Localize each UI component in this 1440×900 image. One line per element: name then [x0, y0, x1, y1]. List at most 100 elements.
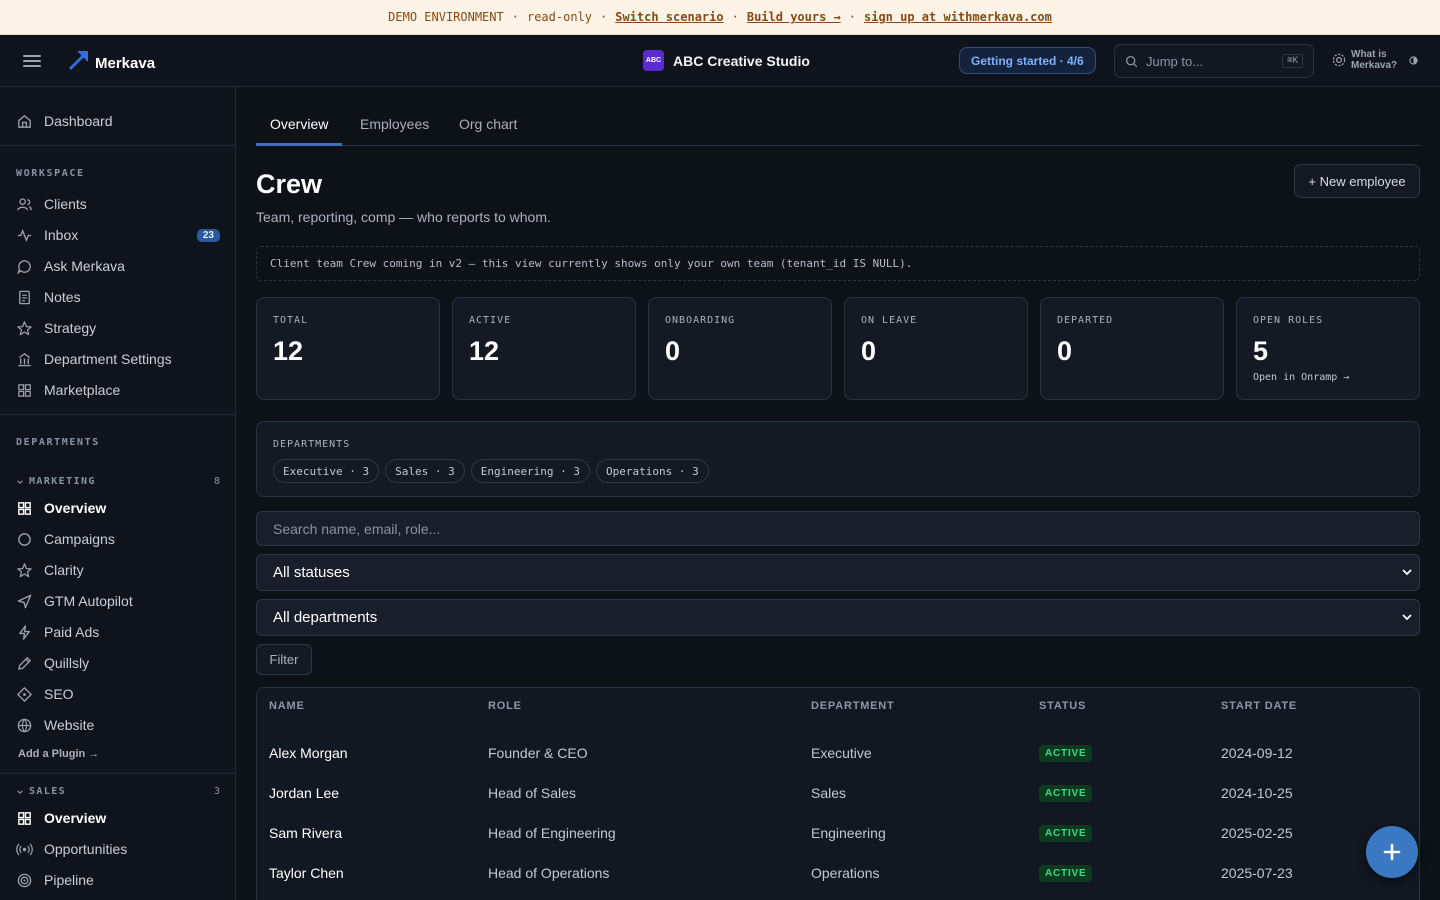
signup-link[interactable]: sign up at withmerkava.com	[864, 10, 1052, 24]
table-row[interactable]: Jordan Lee Head of Sales Sales ACTIVE 20…	[257, 773, 1419, 813]
switch-scenario-link[interactable]: Switch scenario	[615, 10, 723, 24]
sidebar-item-notes[interactable]: Notes	[16, 285, 220, 309]
sidebar-item-sales-overview[interactable]: Overview	[16, 806, 220, 830]
workspace-heading: WORKSPACE	[16, 168, 85, 179]
sidebar-item-label: Strategy	[44, 320, 97, 336]
sidebar-item-opportunities[interactable]: Opportunities	[16, 837, 220, 861]
stat-label: ON LEAVE	[861, 315, 918, 326]
sidebar-item-dashboard[interactable]: Dashboard	[16, 109, 220, 133]
departments-card: DEPARTMENTS Executive · 3 Sales · 3 Engi…	[256, 421, 1420, 497]
status-badge: ACTIVE	[1039, 745, 1093, 762]
open-in-onramp-link[interactable]: Open in Onramp →	[1253, 372, 1349, 383]
table-row[interactable]: Sam Rivera Head of Engineering Engineeri…	[257, 813, 1419, 853]
sidebar-item-marketing-overview[interactable]: Overview	[16, 496, 220, 520]
department-chip[interactable]: Engineering · 3	[470, 459, 591, 483]
stat-card-onboarding: ONBOARDING 0	[648, 297, 832, 400]
plus-icon	[1383, 843, 1401, 861]
getting-started-badge[interactable]: Getting started · 4/6	[959, 47, 1096, 74]
marketing-section-toggle[interactable]: MARKETING 8	[16, 476, 220, 487]
sidebar-item-label: Quillsly	[44, 655, 90, 671]
sidebar-item-label: Department Settings	[44, 351, 172, 367]
sidebar-item-quillsly[interactable]: Quillsly	[16, 651, 220, 675]
sidebar-item-paid-ads[interactable]: Paid Ads	[16, 620, 220, 644]
divider	[0, 145, 235, 146]
chat-icon	[17, 259, 31, 274]
org-name: ABC Creative Studio	[673, 52, 810, 69]
department-chip[interactable]: Sales · 3	[385, 459, 465, 483]
sidebar-item-gtm-autopilot[interactable]: GTM Autopilot	[16, 589, 220, 613]
globe-icon	[17, 718, 32, 733]
column-header-role[interactable]: ROLE	[488, 700, 522, 712]
target-icon	[17, 873, 32, 887]
column-header-department[interactable]: DEPARTMENT	[811, 700, 895, 712]
sales-section-toggle[interactable]: SALES 3	[16, 786, 220, 797]
circle-icon	[18, 532, 31, 546]
build-yours-link[interactable]: Build yours →	[747, 10, 841, 24]
tab-employees[interactable]: Employees	[360, 116, 429, 132]
sidebar-item-inbox[interactable]: Inbox 23	[16, 223, 220, 247]
users-icon	[17, 197, 32, 210]
sidebar-item-label: Ask Merkava	[44, 258, 125, 274]
tab-overview[interactable]: Overview	[270, 116, 328, 132]
separator: ·	[731, 10, 739, 24]
home-icon	[18, 114, 31, 128]
contrast-icon[interactable]	[1409, 55, 1418, 65]
sidebar-item-ask-merkava[interactable]: Ask Merkava	[16, 254, 220, 278]
marketing-label: MARKETING	[29, 476, 96, 487]
tab-org-chart[interactable]: Org chart	[459, 116, 517, 132]
brand-logo[interactable]: Merkava	[67, 47, 155, 72]
chevron-down-icon	[1402, 614, 1412, 621]
sidebar: Dashboard WORKSPACE Clients Inbox 23 Ask…	[0, 87, 236, 900]
sidebar-item-seo[interactable]: SEO	[16, 682, 220, 706]
status-select[interactable]: All statuses	[256, 554, 1420, 591]
stat-card-open-roles: OPEN ROLES 5 Open in Onramp →	[1236, 297, 1420, 400]
jump-to-search[interactable]: Jump to... ⌘K	[1114, 44, 1314, 78]
sidebar-item-campaigns[interactable]: Campaigns	[16, 527, 220, 551]
quick-add-button[interactable]	[1366, 826, 1418, 878]
chevron-down-icon	[1402, 569, 1412, 576]
sidebar-item-label: Pipeline	[44, 872, 94, 888]
sidebar-item-marketplace[interactable]: Marketplace	[16, 378, 220, 402]
menu-icon[interactable]	[23, 52, 41, 68]
stat-label: ONBOARDING	[665, 315, 736, 326]
sidebar-item-label: Notes	[44, 289, 81, 305]
inbox-count-badge: 23	[196, 228, 220, 242]
new-employee-button[interactable]: + New employee	[1294, 164, 1420, 198]
table-row[interactable]: Alex Morgan Founder & CEO Executive ACTI…	[257, 733, 1419, 773]
table-row[interactable]: Taylor Chen Head of Operations Operation…	[257, 853, 1419, 893]
column-header-status[interactable]: STATUS	[1039, 700, 1086, 712]
department-select[interactable]: All departments	[256, 599, 1420, 636]
jump-placeholder: Jump to...	[1146, 53, 1204, 69]
gear-icon	[1332, 53, 1346, 67]
demo-banner: DEMO ENVIRONMENT · read-only · Switch sc…	[0, 0, 1440, 35]
department-chip[interactable]: Operations · 3	[596, 459, 709, 483]
sidebar-item-department-settings[interactable]: Department Settings	[16, 347, 220, 371]
sales-count: 3	[213, 786, 220, 797]
org-switcher[interactable]: ABC ABC Creative Studio	[643, 50, 810, 71]
separator: ·	[600, 10, 608, 24]
sidebar-item-clarity[interactable]: Clarity	[16, 558, 220, 582]
stat-value: 0	[665, 336, 681, 366]
employee-start-date: 2024-10-25	[1221, 785, 1293, 801]
sidebar-item-strategy[interactable]: Strategy	[16, 316, 220, 340]
department-chip[interactable]: Executive · 3	[273, 459, 380, 483]
add-plugin-link[interactable]: Add a Plugin →	[18, 748, 99, 760]
banner-env: DEMO ENVIRONMENT	[388, 10, 504, 24]
column-header-name[interactable]: NAME	[269, 700, 305, 712]
sidebar-item-pipeline[interactable]: Pipeline	[16, 868, 220, 892]
stat-value: 0	[1057, 336, 1073, 366]
bolt-icon	[19, 624, 30, 640]
employee-start-date: 2025-02-25	[1221, 825, 1293, 841]
sidebar-item-website[interactable]: Website	[16, 713, 220, 737]
brand-name: Merkava	[95, 55, 156, 72]
sidebar-item-label: Overview	[44, 810, 107, 826]
star-icon	[17, 320, 32, 335]
filter-button[interactable]: Filter	[256, 644, 312, 675]
employee-search-input[interactable]	[256, 511, 1420, 546]
what-is-merkava-button[interactable]: What is Merkava?	[1331, 49, 1418, 71]
sidebar-item-label: Campaigns	[44, 531, 115, 547]
chevron-down-icon	[17, 789, 23, 794]
employees-table: NAME ROLE DEPARTMENT STATUS START DATE A…	[256, 687, 1420, 900]
sidebar-item-clients[interactable]: Clients	[16, 192, 220, 216]
column-header-start-date[interactable]: START DATE	[1221, 700, 1297, 712]
